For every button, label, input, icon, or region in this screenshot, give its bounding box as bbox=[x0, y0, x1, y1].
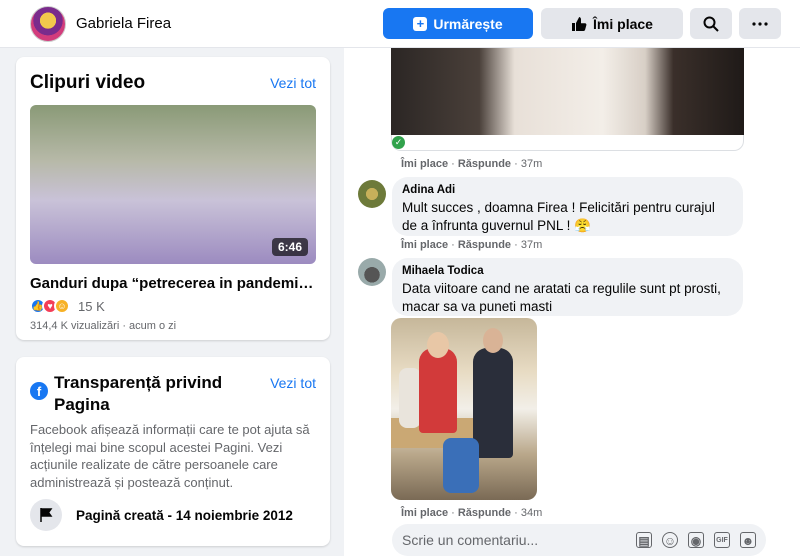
transparency-see-all-link[interactable]: Vezi tot bbox=[270, 375, 316, 391]
reaction-count: 15 K bbox=[78, 298, 105, 314]
more-options-button[interactable] bbox=[739, 8, 781, 39]
sticker-face-icon[interactable]: ☻ bbox=[740, 532, 756, 548]
comment-reply-link[interactable]: Răspunde bbox=[458, 507, 511, 519]
comment-like-link[interactable]: Îmi place bbox=[401, 239, 448, 251]
video-reactions[interactable]: 👍 ♥ ☺ 15 K bbox=[30, 298, 105, 314]
man-shape bbox=[473, 348, 513, 458]
comment-photo[interactable] bbox=[391, 318, 537, 500]
comment-reply-link[interactable]: Răspunde bbox=[458, 158, 511, 170]
facebook-icon: f bbox=[30, 382, 48, 400]
page-created-row: Pagină creată - 14 noiembrie 2012 bbox=[30, 499, 293, 531]
comment-actions: Îmi place · Răspunde · 37m bbox=[401, 158, 543, 170]
page-name[interactable]: Gabriela Firea bbox=[76, 15, 171, 32]
page-created-text: Pagină creată - 14 noiembrie 2012 bbox=[76, 507, 293, 523]
plus-icon: + bbox=[413, 16, 428, 31]
more-dots-icon bbox=[752, 21, 768, 26]
haha-reaction-icon: ☺ bbox=[54, 298, 70, 314]
video-thumbnail[interactable]: 6:46 bbox=[30, 105, 316, 264]
composer-icons: ▤ ☺ ◉ GIF ☻ bbox=[636, 532, 756, 548]
backpack-shape bbox=[443, 438, 479, 493]
videos-card: Clipuri video Vezi tot 6:46 Ganduri dupa… bbox=[16, 57, 330, 340]
woman-head-shape bbox=[427, 332, 449, 358]
comment-actions: Îmi place · Răspunde · 34m bbox=[401, 507, 543, 519]
follow-label: Urmărește bbox=[433, 15, 503, 32]
comment-bubble: Adina Adi Mult succes , doamna Firea ! F… bbox=[392, 177, 743, 236]
gif-icon[interactable]: GIF bbox=[714, 532, 730, 548]
comment-input[interactable] bbox=[402, 532, 622, 548]
camera-icon[interactable]: ◉ bbox=[688, 532, 704, 548]
transparency-card: f Transparență privind Pagina Vezi tot F… bbox=[16, 357, 330, 546]
comment-author[interactable]: Mihaela Todica bbox=[402, 265, 733, 277]
comment-text: Data viitoare cand ne aratati ca regulil… bbox=[402, 281, 721, 314]
child-shape bbox=[399, 368, 421, 428]
follow-button[interactable]: + Urmărește bbox=[383, 8, 533, 39]
video-meta: 314,4 K vizualizări · acum o zi bbox=[30, 320, 177, 332]
search-icon bbox=[703, 16, 719, 32]
search-button[interactable] bbox=[690, 8, 732, 39]
videos-see-all-link[interactable]: Vezi tot bbox=[270, 75, 316, 91]
man-head-shape bbox=[483, 328, 503, 353]
transparency-title: Transparență privind Pagina bbox=[54, 373, 223, 414]
comment-text: Mult succes , doamna Firea ! Felicitări … bbox=[402, 200, 715, 233]
sticker-icon[interactable]: ▤ bbox=[636, 532, 652, 548]
comment-image-top[interactable] bbox=[391, 48, 744, 135]
avatar[interactable] bbox=[358, 258, 386, 286]
video-duration: 6:46 bbox=[271, 238, 308, 256]
comment-time[interactable]: 37m bbox=[521, 158, 542, 170]
like-page-label: Îmi place bbox=[593, 15, 653, 32]
video-title[interactable]: Ganduri dupa “petrecerea in pandemie” ..… bbox=[30, 275, 320, 292]
transparency-description: Facebook afișează informații care te pot… bbox=[30, 422, 310, 490]
comment-like-link[interactable]: Îmi place bbox=[401, 507, 448, 519]
comment-actions: Îmi place · Răspunde · 37m bbox=[401, 239, 543, 251]
comment-reply-link[interactable]: Răspunde bbox=[458, 239, 511, 251]
comment-time[interactable]: 37m bbox=[521, 239, 542, 251]
page-avatar[interactable] bbox=[30, 6, 66, 42]
avatar[interactable] bbox=[358, 180, 386, 208]
like-page-button[interactable]: Îmi place bbox=[541, 8, 683, 39]
emoji-icon[interactable]: ☺ bbox=[662, 532, 678, 548]
comment-bubble: Mihaela Todica Data viitoare cand ne ara… bbox=[392, 258, 743, 316]
woman-shape bbox=[419, 348, 457, 433]
comment-composer: ▤ ☺ ◉ GIF ☻ bbox=[392, 524, 766, 556]
image-frame bbox=[391, 135, 744, 151]
comment-author[interactable]: Adina Adi bbox=[402, 184, 733, 196]
check-icon: ✓ bbox=[392, 136, 405, 149]
comment-time[interactable]: 34m bbox=[521, 507, 542, 519]
videos-card-title: Clipuri video bbox=[30, 72, 146, 93]
comment-like-link[interactable]: Îmi place bbox=[401, 158, 448, 170]
thumbs-up-icon bbox=[572, 16, 587, 31]
flag-icon bbox=[30, 499, 62, 531]
page-header: Gabriela Firea + Urmărește Îmi place bbox=[0, 0, 800, 48]
